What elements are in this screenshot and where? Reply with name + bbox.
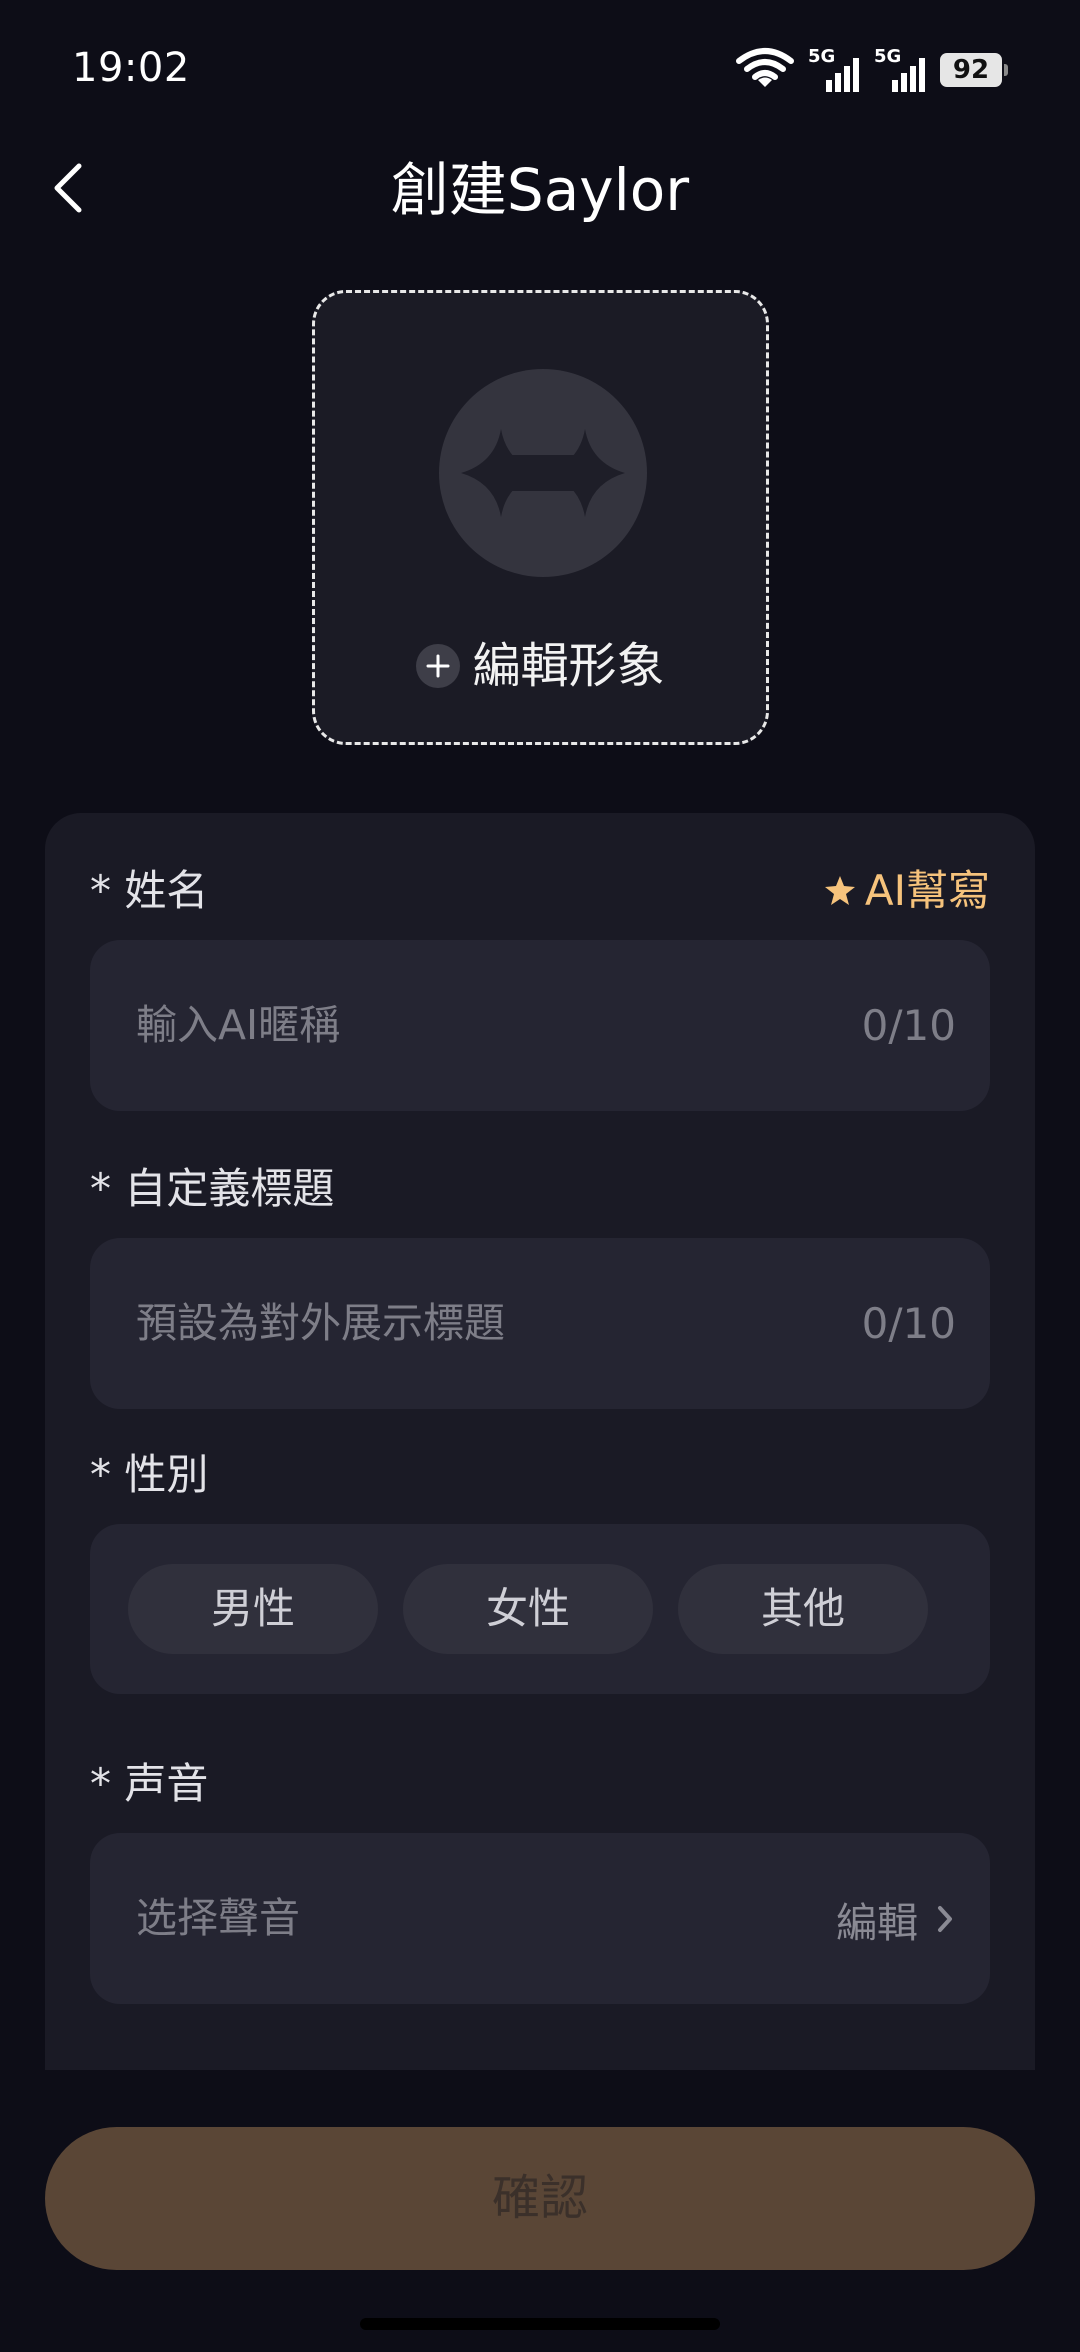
create-saylor-screen: 19:02 5G 5G 92 創建Saylor 編輯形象 * 姓名 AI幫寫 輸… (0, 0, 1080, 2352)
custom-title-char-count: 0/10 (861, 1299, 956, 1348)
custom-title-input[interactable]: 預設為對外展示標題 0/10 (90, 1238, 990, 1409)
voice-placeholder: 选择聲音 (136, 1894, 300, 1942)
confirm-button[interactable]: 確認 (45, 2127, 1035, 2270)
name-input-placeholder: 輸入AI暱稱 (136, 1001, 341, 1049)
gender-option-male[interactable]: 男性 (128, 1564, 378, 1654)
chevron-right-icon (938, 1905, 952, 1932)
status-time: 19:02 (72, 45, 190, 91)
name-label: * 姓名 (90, 866, 209, 915)
plus-icon (416, 644, 461, 688)
battery-icon: 92 (940, 53, 1008, 87)
status-icons: 5G 5G 92 (736, 44, 1008, 96)
edit-avatar-button[interactable]: 編輯形象 (312, 290, 769, 745)
gender-label: * 性別 (90, 1450, 209, 1499)
custom-title-label: * 自定義標題 (90, 1164, 335, 1213)
wifi-icon (736, 47, 794, 93)
home-indicator[interactable] (360, 2318, 720, 2330)
voice-edit-label: 編輯 (836, 1898, 918, 1947)
ai-write-button[interactable]: AI幫寫 (823, 865, 990, 917)
avatar-placeholder (439, 369, 647, 577)
cellular-signal-icon-2: 5G (874, 48, 926, 92)
voice-edit-button[interactable]: 編輯 (836, 1833, 954, 2004)
edit-avatar-row: 編輯形象 (315, 633, 766, 699)
gender-option-other[interactable]: 其他 (678, 1564, 928, 1654)
battery-level: 92 (952, 55, 990, 85)
voice-label: * 声音 (90, 1759, 209, 1808)
name-input[interactable]: 輸入AI暱稱 0/10 (90, 940, 990, 1111)
edit-avatar-label: 編輯形象 (472, 638, 665, 694)
cellular-signal-icon-1: 5G (808, 48, 860, 92)
sparkle-icon (461, 429, 625, 517)
gender-option-female[interactable]: 女性 (403, 1564, 653, 1654)
ai-sparkle-icon (824, 876, 855, 905)
form-card: * 姓名 AI幫寫 輸入AI暱稱 0/10 * 自定義標題 預設為對外展示標題 … (45, 813, 1035, 2070)
gender-selector: 男性 女性 其他 (90, 1524, 990, 1694)
ai-write-label: AI幫寫 (864, 866, 990, 915)
voice-selector[interactable]: 选择聲音 編輯 (90, 1833, 990, 2004)
custom-title-placeholder: 預設為對外展示標題 (136, 1299, 505, 1347)
name-char-count: 0/10 (861, 1001, 956, 1050)
page-title: 創建Saylor (390, 156, 690, 224)
